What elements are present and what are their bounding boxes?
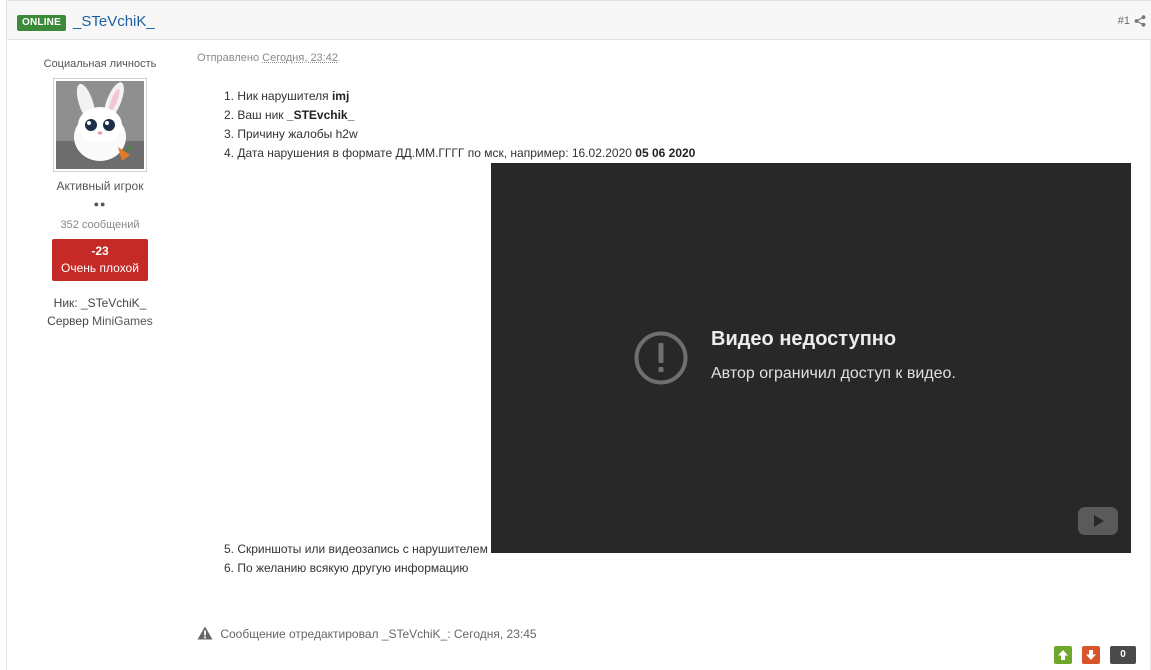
list-item: 3. Причину жалобы h2w bbox=[224, 127, 358, 141]
server-label: Сервер bbox=[47, 314, 89, 328]
vote-up-button[interactable] bbox=[1054, 646, 1072, 664]
vote-down-button[interactable] bbox=[1082, 646, 1100, 664]
list-item: 4. Дата нарушения в формате ДД.ММ.ГГГГ п… bbox=[224, 146, 695, 160]
reputation-badge: -23 Очень плохой bbox=[52, 239, 148, 281]
online-badge: ONLINE bbox=[17, 15, 66, 31]
warning-icon bbox=[197, 626, 213, 640]
user-rank: Активный игрок bbox=[56, 179, 144, 193]
edit-note: Сообщение отредактировал _STeVchiK_: Сег… bbox=[197, 626, 537, 641]
profile-field-nick: Ник: _STeVchiK_ bbox=[7, 296, 193, 310]
nick-value: _STeVchiK_ bbox=[80, 296, 147, 310]
post-time: Сегодня, 23:42 bbox=[262, 52, 338, 64]
video-error-title: Видео недоступно bbox=[711, 328, 897, 350]
reputation-value: -23 bbox=[91, 244, 109, 258]
list-item-bold: imj bbox=[331, 89, 350, 103]
embedded-video-player[interactable]: Видео недоступно Автор ограничил доступ … bbox=[491, 163, 1131, 553]
arrow-up-icon bbox=[1058, 650, 1068, 660]
vote-count-badge: 0 bbox=[1110, 646, 1136, 664]
youtube-logo-icon[interactable] bbox=[1078, 507, 1118, 535]
nick-label: Ник: bbox=[53, 296, 78, 310]
share-icon[interactable] bbox=[1134, 15, 1146, 27]
edit-note-text: Сообщение отредактировал _STeVchiK_: Сег… bbox=[220, 627, 537, 641]
post-number-link[interactable]: #1 bbox=[1118, 15, 1130, 27]
rank-pips: ●● bbox=[93, 199, 107, 209]
post-count: 352 сообщений bbox=[60, 219, 140, 231]
list-item: 5. Скриншоты или видеозапись с нарушител… bbox=[224, 542, 488, 556]
list-item-bold: 05 06 2020 bbox=[635, 146, 696, 160]
list-item: 1. Ник нарушителя imj bbox=[224, 89, 349, 103]
server-value: MiniGames bbox=[92, 314, 153, 328]
profile-field-server: Сервер MiniGames bbox=[7, 314, 193, 328]
arrow-down-icon bbox=[1086, 650, 1096, 660]
list-item-text: 4. Дата нарушения в формате ДД.ММ.ГГГГ п… bbox=[224, 146, 632, 160]
forum-post: ONLINE _STeVchiK_ #1 Социальная личность bbox=[6, 0, 1151, 670]
user-title: Социальная личность bbox=[43, 58, 157, 70]
reputation-label: Очень плохой bbox=[61, 261, 139, 275]
author-name-link[interactable]: _STeVchiK_ bbox=[73, 13, 155, 30]
post-meta: Отправлено Сегодня, 23:42 bbox=[197, 52, 338, 64]
rabbit-avatar-icon bbox=[56, 81, 144, 169]
post-header: ONLINE _STeVchiK_ #1 bbox=[7, 0, 1151, 40]
list-item: 6. По желанию всякую другую информацию bbox=[224, 561, 469, 575]
sent-label: Отправлено bbox=[197, 52, 260, 64]
avatar[interactable] bbox=[53, 78, 147, 172]
exclamation-circle-icon bbox=[633, 330, 689, 386]
list-item-text: 1. Ник нарушителя bbox=[224, 89, 329, 103]
video-error-subtitle: Автор ограничил доступ к видео. bbox=[711, 365, 956, 382]
list-item-text: 2. Ваш ник bbox=[224, 108, 284, 122]
list-item: 2. Ваш ник _STEvchik_ bbox=[224, 108, 354, 122]
list-item-bold: _STEvchik_ bbox=[286, 108, 355, 122]
